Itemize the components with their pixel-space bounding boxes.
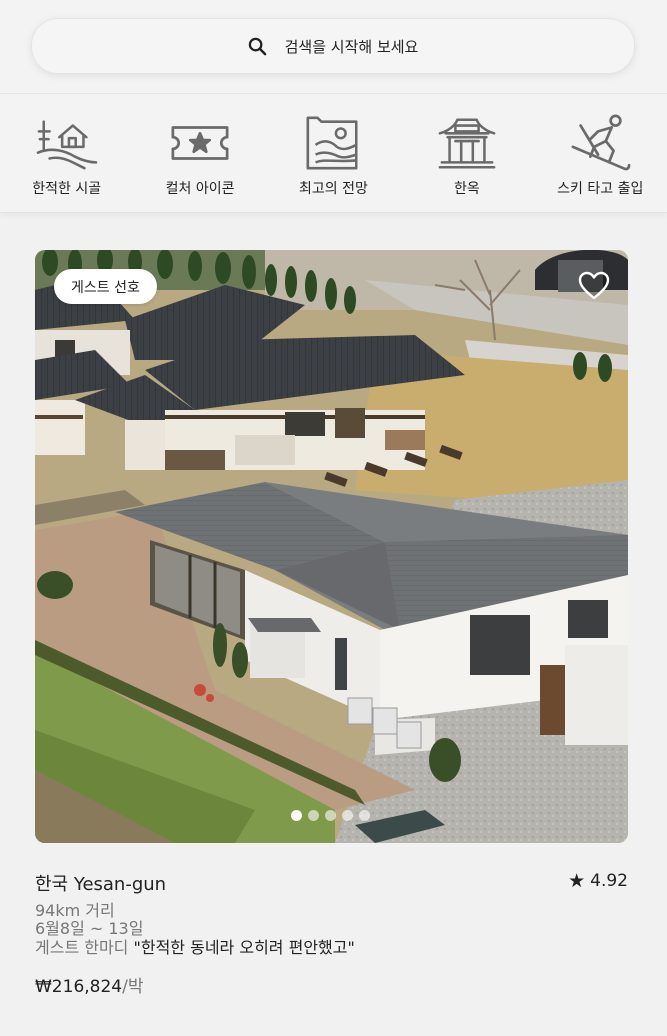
search-bar[interactable]: 검색을 시작해 보세요	[31, 18, 635, 74]
category-countryside[interactable]: 한적한 시골	[0, 106, 133, 202]
search-placeholder: 검색을 시작해 보세요	[284, 37, 419, 56]
guest-favorite-badge: 게스트 선호	[54, 269, 157, 304]
ticket-star-icon	[171, 126, 229, 160]
listing-info[interactable]: 한국 Yesan-gun ★ 4.92 94km 거리 6월8일 ~ 13일 게…	[35, 870, 628, 997]
header-divider	[0, 93, 667, 94]
category-ski[interactable]: 스키 타고 출입	[534, 106, 667, 202]
price-unit: /박	[122, 977, 144, 997]
category-label: 한적한 시골	[32, 181, 102, 197]
category-hanok[interactable]: 한옥	[400, 106, 533, 202]
listing-dates: 6월8일 ~ 13일	[35, 919, 144, 938]
category-culture[interactable]: 컬처 아이콘	[133, 106, 266, 202]
pagination-dot[interactable]	[325, 810, 336, 821]
skier-icon	[571, 114, 631, 171]
category-bar: 한적한 시골 컬처 아이콘 최고의 전망 한옥 스키 타고 출입	[0, 106, 667, 202]
rating-value: 4.92	[590, 871, 628, 891]
guest-review: 게스트 한마디 "한적한 동네라 오히려 편안했고"	[35, 938, 628, 958]
listing-distance: 94km 거리	[35, 901, 115, 920]
category-label: 최고의 전망	[299, 181, 368, 197]
price-value: ₩216,824	[35, 977, 123, 997]
listing-image	[35, 250, 628, 843]
review-quote: "한적한 동네라 오히려 편안했고"	[133, 938, 355, 957]
pagination-dot[interactable]	[359, 810, 370, 821]
listing-title: 한국 Yesan-gun	[35, 874, 167, 895]
hanok-icon	[438, 118, 496, 169]
category-label: 스키 타고 출입	[557, 181, 644, 197]
listing-price: ₩216,824/박	[35, 972, 628, 997]
pagination-dot[interactable]	[291, 810, 302, 821]
pagination-dot[interactable]	[342, 810, 353, 821]
listing-photo[interactable]: 게스트 선호	[35, 250, 628, 843]
photo-pagination	[291, 810, 370, 821]
star-icon: ★	[568, 870, 586, 892]
countryside-icon	[36, 120, 98, 170]
search-icon	[248, 37, 266, 55]
header: 검색을 시작해 보세요 한적한 시골 컬처 아이콘 최고의 전망 한옥 스키 타…	[0, 0, 667, 213]
category-label: 한옥	[453, 181, 480, 197]
view-frame-icon	[307, 116, 358, 170]
pagination-dot[interactable]	[308, 810, 319, 821]
listing-rating: ★ 4.92	[568, 870, 628, 892]
category-views[interactable]: 최고의 전망	[267, 106, 400, 202]
category-label: 컬처 아이콘	[165, 181, 235, 197]
heart-icon[interactable]	[578, 271, 610, 301]
review-prefix: 게스트 한마디	[35, 938, 129, 957]
